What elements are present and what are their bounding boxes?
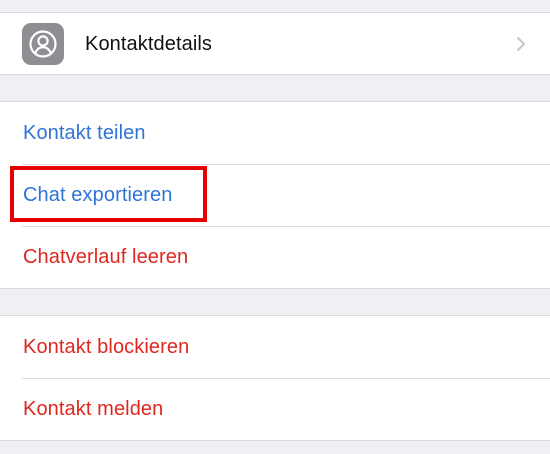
clear-chat-history-label: Chatverlauf leeren [23, 246, 189, 268]
contact-details-row[interactable]: Kontaktdetails [0, 13, 550, 74]
clear-chat-history-button[interactable]: Chatverlauf leeren [0, 226, 550, 288]
report-contact-button[interactable]: Kontakt melden [0, 378, 550, 440]
block-contact-label: Kontakt blockieren [23, 336, 190, 358]
contact-danger-group: Kontakt blockieren Kontakt melden [0, 315, 550, 441]
chat-info-screen: Kontaktdetails Kontakt teilen Chat expor… [0, 0, 550, 454]
share-contact-label: Kontakt teilen [23, 122, 146, 144]
contact-details-label: Kontaktdetails [85, 33, 213, 55]
export-chat-button[interactable]: Chat exportieren [0, 164, 550, 226]
person-circle-icon [22, 23, 64, 65]
chat-actions-group: Kontakt teilen Chat exportieren Chatverl… [0, 101, 550, 289]
export-chat-label: Chat exportieren [23, 184, 173, 206]
chevron-right-icon [517, 37, 525, 51]
report-contact-label: Kontakt melden [23, 398, 164, 420]
contact-details-group: Kontaktdetails [0, 12, 550, 75]
share-contact-button[interactable]: Kontakt teilen [0, 102, 550, 164]
block-contact-button[interactable]: Kontakt blockieren [0, 316, 550, 378]
